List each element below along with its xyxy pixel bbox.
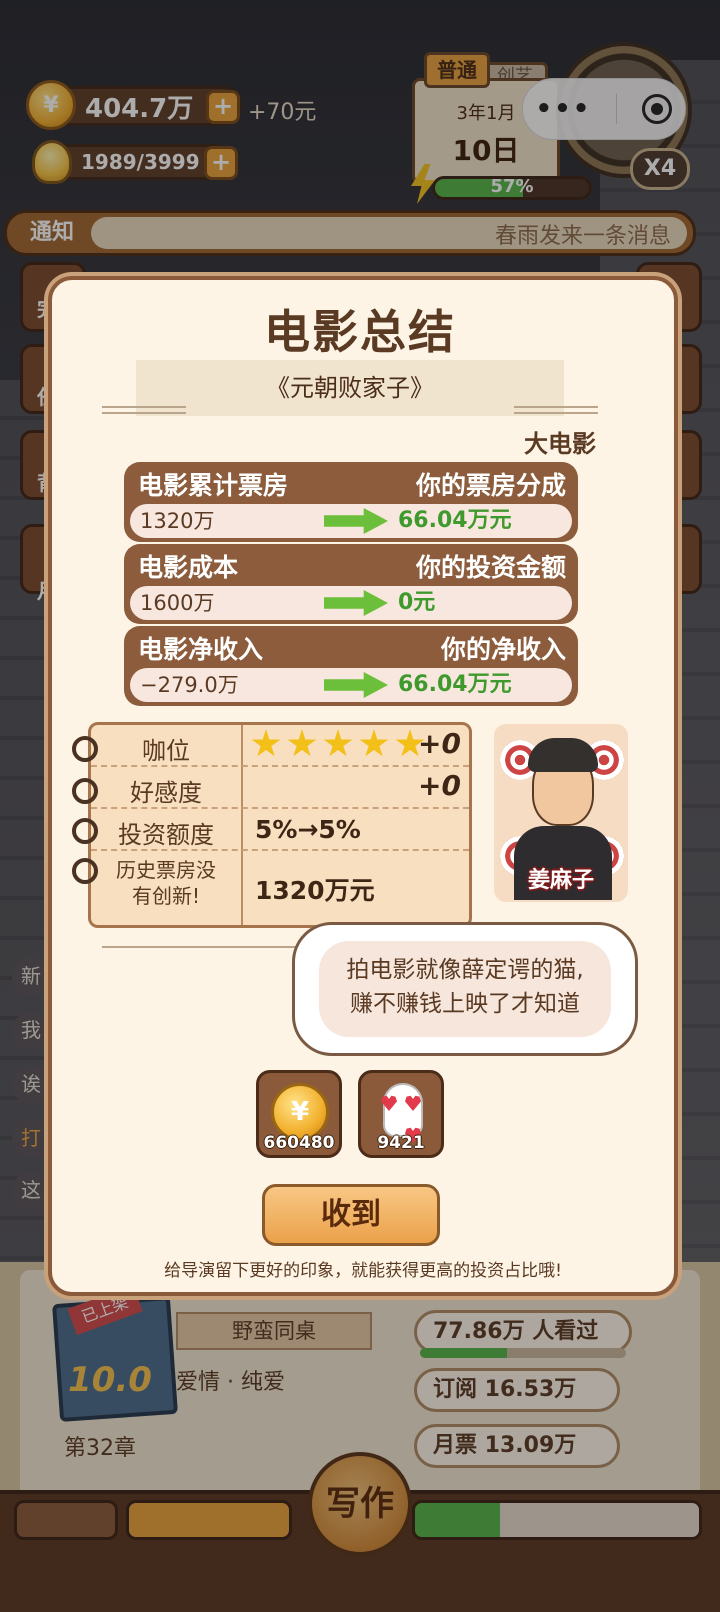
finance-row: 1600万 0元 (130, 586, 572, 620)
history-label-line-2: 有创新! (131, 884, 201, 908)
confirm-button[interactable]: 收到 (262, 1184, 440, 1246)
divider-lower (102, 946, 302, 950)
finance-block-box-office: 电影累计票房 你的票房分成 1320万 66.04万元 (124, 462, 578, 542)
director-stats-notebook: 咖位 +0 好感度 +0 投资额度 5%→5% 历史票房没 有创新! 1320万… (88, 722, 472, 928)
speech-line-2: 赚不赚钱上映了才知道 (350, 991, 580, 1017)
director-hair (528, 738, 598, 772)
notebook-ring-icon (72, 778, 98, 804)
rank-delta: +0 (418, 727, 461, 760)
finance-value-left: 1600万 (140, 591, 215, 615)
favor-label: 好感度 (130, 779, 202, 807)
notebook-ring-icon (72, 818, 98, 844)
arrow-right-icon (324, 590, 388, 616)
arrow-right-icon (324, 508, 388, 534)
finance-row: −279.0万 66.04万元 (130, 668, 572, 702)
finance-block-cost: 电影成本 你的投资金额 1600万 0元 (124, 544, 578, 624)
finance-value-right: 66.04万元 (398, 672, 512, 697)
finance-value-right: 66.04万元 (398, 508, 512, 533)
star-icon (323, 729, 353, 757)
arrow-right-icon (324, 672, 388, 698)
divider-right (514, 406, 598, 414)
tip-text: 给导演留下更好的印象，就能获得更高的投资占比哦! (164, 1261, 562, 1281)
finance-header-right: 你的票房分成 (415, 471, 566, 500)
speech-text: 拍电影就像薛定谔的猫, 赚不赚钱上映了才知道 (319, 953, 611, 1021)
rank-label: 咖位 (142, 737, 190, 765)
dialog-title: 电影总结 (264, 305, 456, 359)
finance-value-left: 1320万 (140, 509, 215, 533)
notebook-column-divider (241, 725, 243, 925)
reward-coins[interactable]: ¥ 660480 (256, 1070, 342, 1158)
star-icon (359, 729, 389, 757)
star-icon (287, 729, 317, 757)
notebook-ring-icon (72, 736, 98, 762)
reward-coins-count: 660480 (263, 1133, 335, 1153)
speech-line-1: 拍电影就像薛定谔的猫, (346, 957, 584, 983)
speech-bubble: 拍电影就像薛定谔的猫, 赚不赚钱上映了才知道 (292, 922, 638, 1056)
finance-header-right: 你的投资金额 (415, 553, 566, 582)
favor-delta: +0 (418, 769, 461, 802)
movie-name: 《元朝败家子》 (136, 360, 564, 416)
director-name: 姜麻子 (527, 868, 594, 893)
history-label-line-1: 历史票房没 (116, 858, 216, 882)
finance-header-left: 电影成本 (138, 553, 239, 582)
movie-type: 大电影 (524, 430, 596, 458)
invest-value: 5%→5% (255, 815, 361, 844)
finance-header-left: 电影净收入 (138, 635, 264, 664)
finance-header-right: 你的净收入 (440, 635, 566, 664)
finance-header-left: 电影累计票房 (138, 471, 289, 500)
finance-value-left: −279.0万 (140, 673, 239, 697)
star-icon (251, 729, 281, 757)
invest-label: 投资额度 (118, 821, 214, 849)
divider-left (102, 406, 186, 414)
finance-block-net: 电影净收入 你的净收入 −279.0万 66.04万元 (124, 626, 578, 706)
notebook-ring-icon (72, 858, 98, 884)
finance-value-right: 0元 (398, 590, 436, 615)
reward-fans[interactable]: 9421 (358, 1070, 444, 1158)
finance-row: 1320万 66.04万元 (130, 504, 572, 538)
reward-fans-count: 9421 (377, 1133, 425, 1153)
history-value: 1320万元 (255, 876, 375, 905)
